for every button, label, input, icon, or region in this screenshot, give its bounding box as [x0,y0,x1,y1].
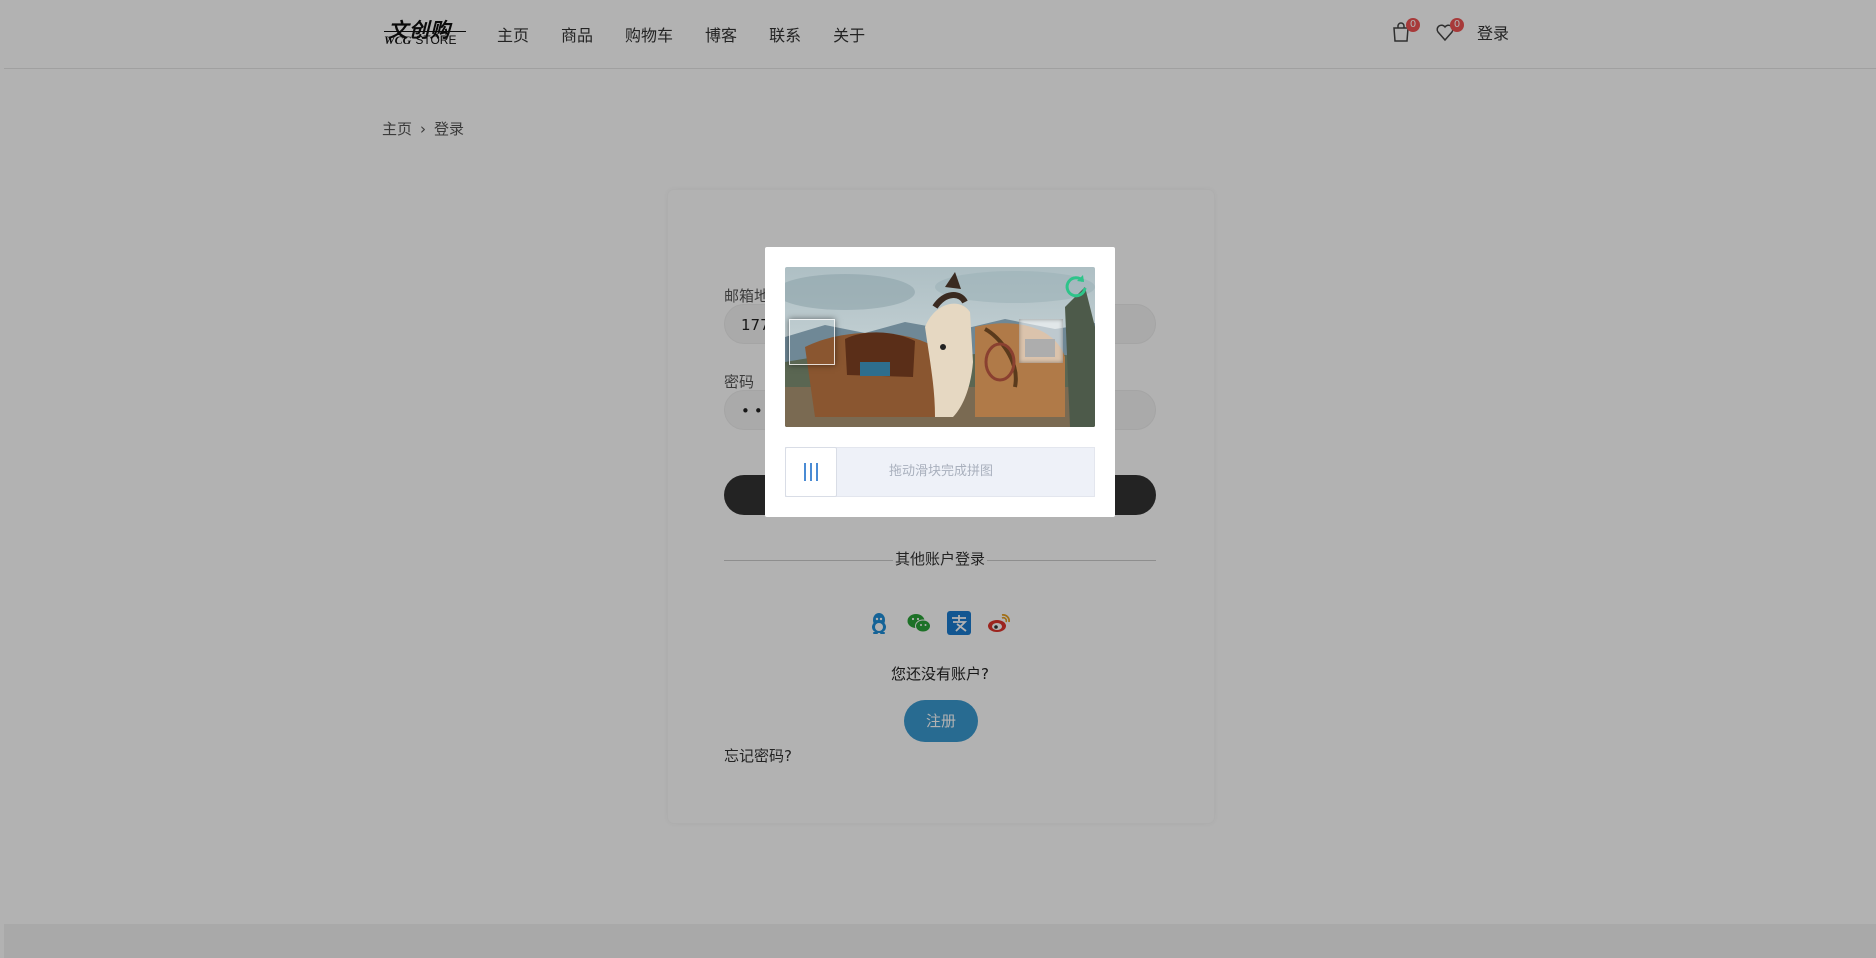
refresh-icon[interactable] [1063,273,1089,299]
puzzle-piece[interactable] [789,319,835,365]
captcha-puzzle-image [785,267,1095,427]
puzzle-target-slot [1019,319,1063,363]
slider-handle[interactable] [785,447,837,497]
drag-handle-icon [804,463,818,481]
captcha-slider-track[interactable]: 拖动滑块完成拼图 [785,447,1095,497]
slider-captcha-modal: 拖动滑块完成拼图 [765,247,1115,517]
